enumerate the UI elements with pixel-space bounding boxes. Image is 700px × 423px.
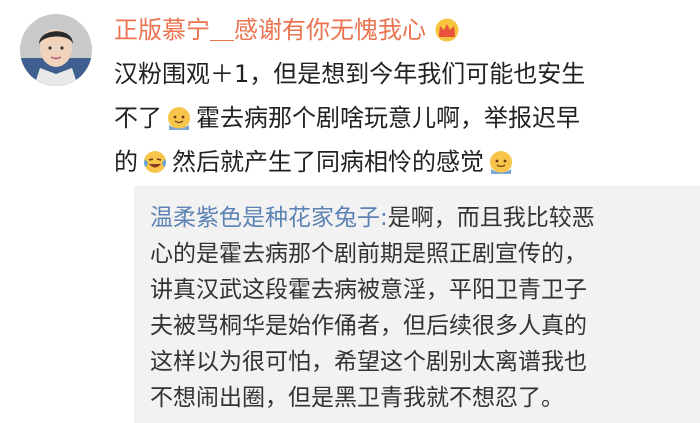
username-row: 正版慕宁＿感谢有你无愧我心 [114,12,460,48]
avatar-image [20,14,92,86]
comment-line: 的然后就产生了同病相怜的感觉 [114,140,684,184]
reply-line: 讲真汉武这段霍去病被意淫，平阳卫青卫子 [150,277,587,303]
reply-text: 温柔紫色是种花家兔子:是啊，而且我比较恶 心的是霍去病那个剧前期是照正剧宣传的，… [150,200,690,416]
sweat-smile-icon [490,151,512,174]
comment-line: 汉粉围观＋1，但是想到今年我们可能也安生 [114,60,586,88]
reply-author-mention[interactable]: 温柔紫色是种花家兔子: [150,205,388,231]
reply-line: 这样以为很可怕，希望这个剧别太离谱我也 [150,349,587,375]
avatar[interactable] [20,14,92,86]
reply-line: 不想闹出圈，但是黑卫青我就不想忍了。 [150,385,564,411]
sweat-smile-icon [168,107,190,130]
crown-icon [435,18,459,42]
comment-line: 不了 霍去病那个剧啥玩意儿啊，举报迟早 [114,104,580,132]
reply-line: 夫被骂桐华是始作俑者，但后续很多人真的 [150,313,587,339]
comment-text: 汉粉围观＋1，但是想到今年我们可能也安生 不了 霍去病那个剧啥玩意儿啊，举报迟早 … [114,52,684,184]
reply-quote-box: 温柔紫色是种花家兔子:是啊，而且我比较恶 心的是霍去病那个剧前期是照正剧宣传的，… [134,186,700,423]
reply-line: 心的是霍去病那个剧前期是照正剧宣传的， [150,241,587,267]
laugh-cry-icon [144,151,166,173]
weibo-comment-screenshot: 正版慕宁＿感谢有你无愧我心 汉粉围观＋1，但是想到今年我们可能也安生 不了 霍去病… [0,0,700,423]
reply-line: 温柔紫色是种花家兔子:是啊，而且我比较恶 [150,205,595,231]
username-link[interactable]: 正版慕宁＿感谢有你无愧我心 [114,12,426,48]
